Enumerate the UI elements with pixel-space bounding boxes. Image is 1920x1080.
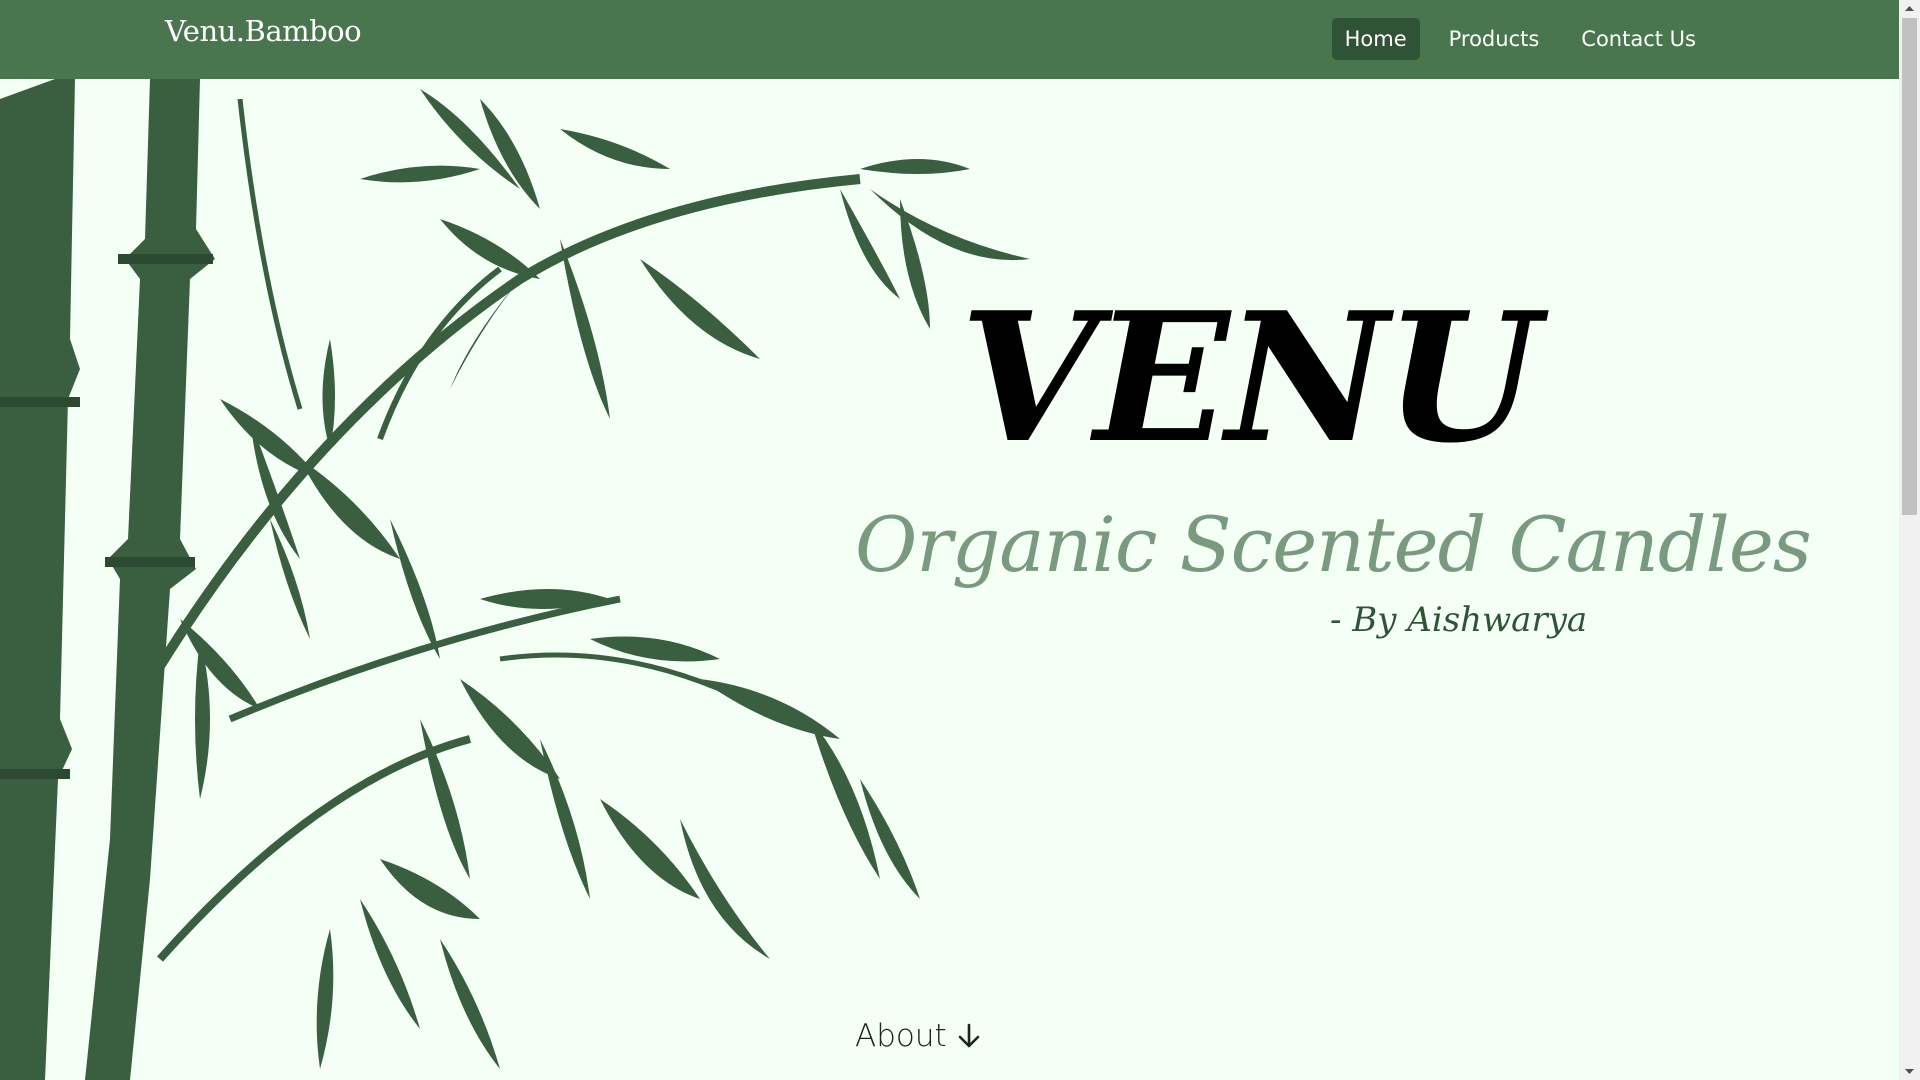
navbar: Venu.Bamboo Home Products Contact Us — [0, 0, 1899, 79]
hero-author: - By Aishwarya — [1330, 600, 1588, 640]
vertical-scrollbar[interactable] — [1899, 0, 1920, 1080]
nav-link-home[interactable]: Home — [1331, 18, 1420, 60]
nav-link-products[interactable]: Products — [1436, 18, 1553, 60]
hero-title: VENU — [960, 273, 1540, 482]
scrollbar-thumb[interactable] — [1902, 18, 1917, 515]
about-link[interactable]: About — [855, 1018, 981, 1054]
nav-links: Home Products Contact Us — [1331, 18, 1709, 60]
page: Venu.Bamboo Home Products Contact Us VEN… — [0, 0, 1920, 1080]
hero-subtitle: Organic Scented Candles — [855, 500, 1812, 589]
scroll-up-icon[interactable] — [1899, 0, 1920, 17]
brand-logo[interactable]: Venu.Bamboo — [165, 14, 362, 48]
about-label: About — [855, 1018, 947, 1054]
scroll-down-icon[interactable] — [1899, 1063, 1920, 1080]
nav-link-contact-us[interactable]: Contact Us — [1568, 18, 1709, 60]
arrow-down-icon — [957, 1022, 981, 1050]
